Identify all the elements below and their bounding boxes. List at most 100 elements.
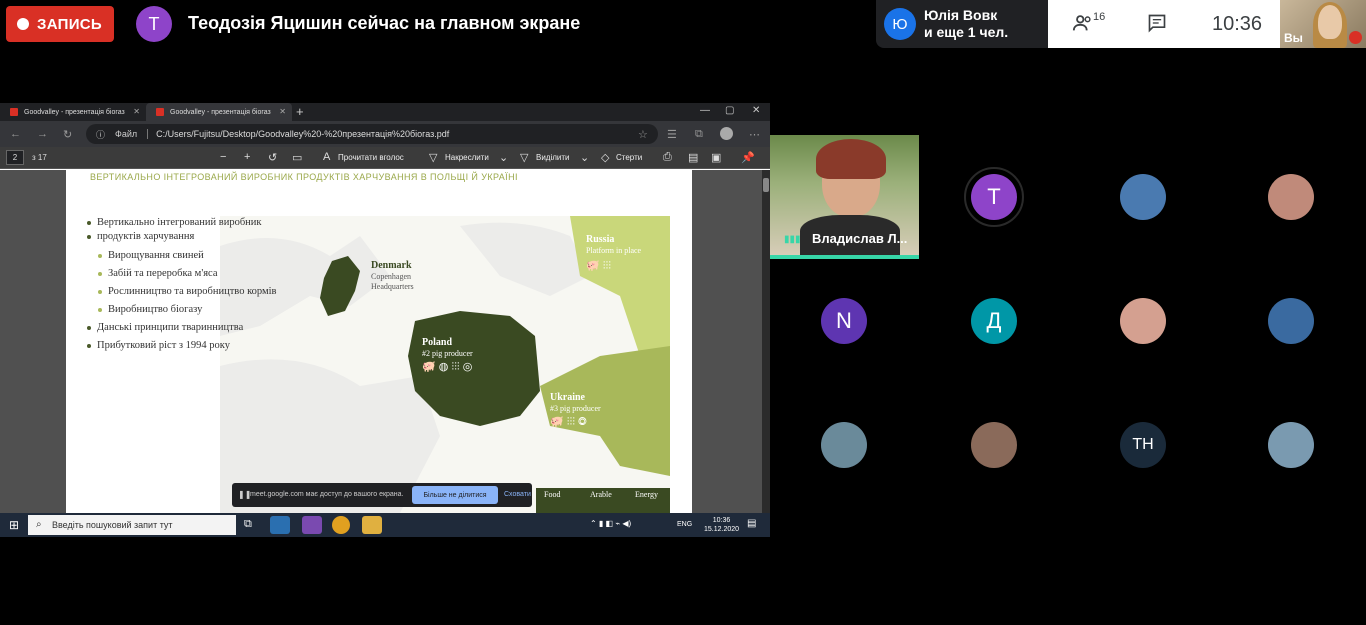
participant-avatar[interactable]: N [821,298,867,344]
people-icon[interactable] [1072,12,1094,34]
participant-avatar[interactable] [1120,298,1166,344]
edge-app-icon[interactable] [270,516,290,534]
participant-avatar[interactable] [1268,422,1314,468]
denmark-hq: Headquarters [371,282,414,291]
draw-button[interactable]: Накреслити [445,153,489,162]
pdf-favicon-icon [10,108,18,116]
browser-tab[interactable]: Goodvalley - презентація біогаз ✕ [0,103,146,121]
fit-page-icon[interactable]: ▭ [292,151,302,164]
read-aloud-button[interactable]: Прочитати вголос [338,153,404,162]
self-label: Вы [1284,31,1303,45]
highlight-button[interactable]: Виділити [536,153,570,162]
taskbar-search-input[interactable]: ⌕ Введіть пошуковий запит тут [28,515,236,535]
sub-bullet-item: Вирощування свиней [98,250,204,261]
rotate-icon[interactable]: ↺ [268,151,277,164]
notifications-icon[interactable]: ▤ [747,518,756,529]
hide-notice-button[interactable]: Сховати [504,491,531,498]
denmark-label: Denmark [371,260,412,271]
close-window-icon[interactable]: ✕ [752,105,760,116]
close-tab-icon[interactable]: ✕ [279,107,286,116]
pdf-viewport: ВЕРТИКАЛЬНО ІНТЕГРОВАНИЙ ВИРОБНИК ПРОДУК… [0,170,770,513]
highlight-dropdown-icon[interactable]: ⌄ [580,151,589,164]
explorer-app-icon[interactable] [362,516,382,534]
url-field[interactable]: ⓘ Файл C:/Users/Fujitsu/Desktop/Goodvall… [86,124,658,144]
mic-muted-icon [1349,31,1362,44]
bullet-item: Данські принципи тваринництва [86,322,244,333]
zoom-out-icon[interactable]: − [220,151,226,163]
erase-button[interactable]: Стерти [616,153,642,162]
close-tab-icon[interactable]: ✕ [133,107,140,116]
forward-icon[interactable]: → [37,128,48,140]
participant-avatar[interactable] [1268,174,1314,220]
minimize-icon[interactable]: — [700,105,710,116]
read-aloud-icon: A [323,151,331,163]
sub-bullet-item: Рослинництво та виробництво кормів [98,286,277,297]
print-icon[interactable]: ⎙ [663,151,672,164]
language-indicator[interactable]: ENG [677,521,692,528]
stop-sharing-button[interactable]: Більше не ділитися [412,486,498,504]
poland-label: Poland [422,337,453,348]
collections-icon[interactable]: ⧉ [695,128,703,141]
russia-label: Russia [586,234,615,245]
self-video-face [1318,5,1342,39]
ukraine-sub: #3 pig producer [550,404,601,413]
participant-avatar[interactable] [1120,174,1166,220]
windows-start-icon[interactable]: ⊞ [9,518,19,532]
url-text: C:/Users/Fujitsu/Desktop/Goodvalley%20-%… [156,129,450,139]
profile-avatar[interactable] [720,127,733,140]
pin-toolbar-icon[interactable]: 📌 [741,151,755,164]
people-count-badge: 16 [1093,11,1106,23]
taskbar-clock[interactable]: 10:36 15.12.2020 [704,516,739,534]
participant-avatar[interactable] [821,422,867,468]
save-as-icon[interactable]: ▣ [711,151,721,164]
pdf-page: ВЕРТИКАЛЬНО ІНТЕГРОВАНИЙ ВИРОБНИК ПРОДУК… [66,170,692,513]
taskbar-time: 10:36 [712,517,731,524]
speaker-names: Юлія Вовк и еще 1 чел. [924,7,1008,41]
pdf-scroll-thumb[interactable] [763,178,769,192]
record-label: ЗАПИСЬ [37,15,103,33]
ukraine-label: Ukraine [550,392,585,403]
participant-avatar[interactable]: ТН [1120,422,1166,468]
search-placeholder: Введіть пошуковий запит тут [52,520,173,530]
browser-tab-active[interactable]: Goodvalley - презентація біогаз ✕ [146,103,292,121]
poland-icons: 🐖 ◍ ⫶⫶⫶ ◎ [422,361,473,373]
app-icon[interactable] [302,516,322,534]
draw-dropdown-icon[interactable]: ⌄ [499,151,508,164]
participant-avatar[interactable] [971,422,1017,468]
sub-bullet-item: Виробництво біогазу [97,304,203,315]
favorite-star-icon[interactable]: ☆ [638,128,648,141]
maximize-icon[interactable]: ▢ [725,105,734,116]
refresh-icon[interactable]: ↻ [63,128,72,141]
ukraine-icons: 🐖 ⫶⫶⫶ ◎ [550,416,587,428]
task-view-icon[interactable]: ⧉ [244,518,252,531]
new-tab-icon[interactable]: + [296,104,304,119]
tab-label: Goodvalley - презентація біогаз [170,108,271,116]
taskbar-date: 15.12.2020 [704,526,740,533]
favorites-icon[interactable]: ☰ [667,128,677,141]
screen-share-notice: ❚❚ meet.google.com має доступ до вашого … [232,483,532,507]
denmark-city: Copenhagen [371,272,411,281]
participant-avatar[interactable]: Д [971,298,1017,344]
page-number-input[interactable]: 2 [6,150,24,165]
participant-avatar[interactable] [1268,298,1314,344]
russia-icons: 🐖 ⫶⫶⫶ [586,260,612,272]
back-icon[interactable]: ← [10,128,21,140]
record-button[interactable]: ЗАПИСЬ [6,6,114,42]
tray-icons[interactable]: ⌃ ▮ ◧ ⌁ ◀) [590,519,631,528]
share-notice-text: meet.google.com має доступ до вашого екр… [250,491,404,498]
legend-energy: Energy [635,490,658,499]
chat-icon[interactable] [1147,13,1167,33]
save-icon[interactable]: ▤ [688,151,698,164]
poland-sub: #2 pig producer [422,349,473,358]
zoom-in-icon[interactable]: + [244,151,250,163]
presenter-status-text: Теодозія Яцишин сейчас на главном экране [188,13,581,33]
bullet-item: Вертикально інтегрований виробник [87,217,262,228]
pdf-scrollbar[interactable] [762,170,770,513]
bullet-item-continued: продуктів харчування [86,231,195,242]
pdf-toolbar: 2 з 17 − + ↺ ▭ A Прочитати вголос ▽ Накр… [0,147,770,169]
speaking-indicator-icon: ▮▮▮ [784,234,801,245]
more-menu-icon[interactable]: ⋯ [749,128,760,141]
chrome-app-icon[interactable] [332,516,350,534]
url-separator [147,129,149,139]
russia-sub: Platform in place [586,246,642,255]
